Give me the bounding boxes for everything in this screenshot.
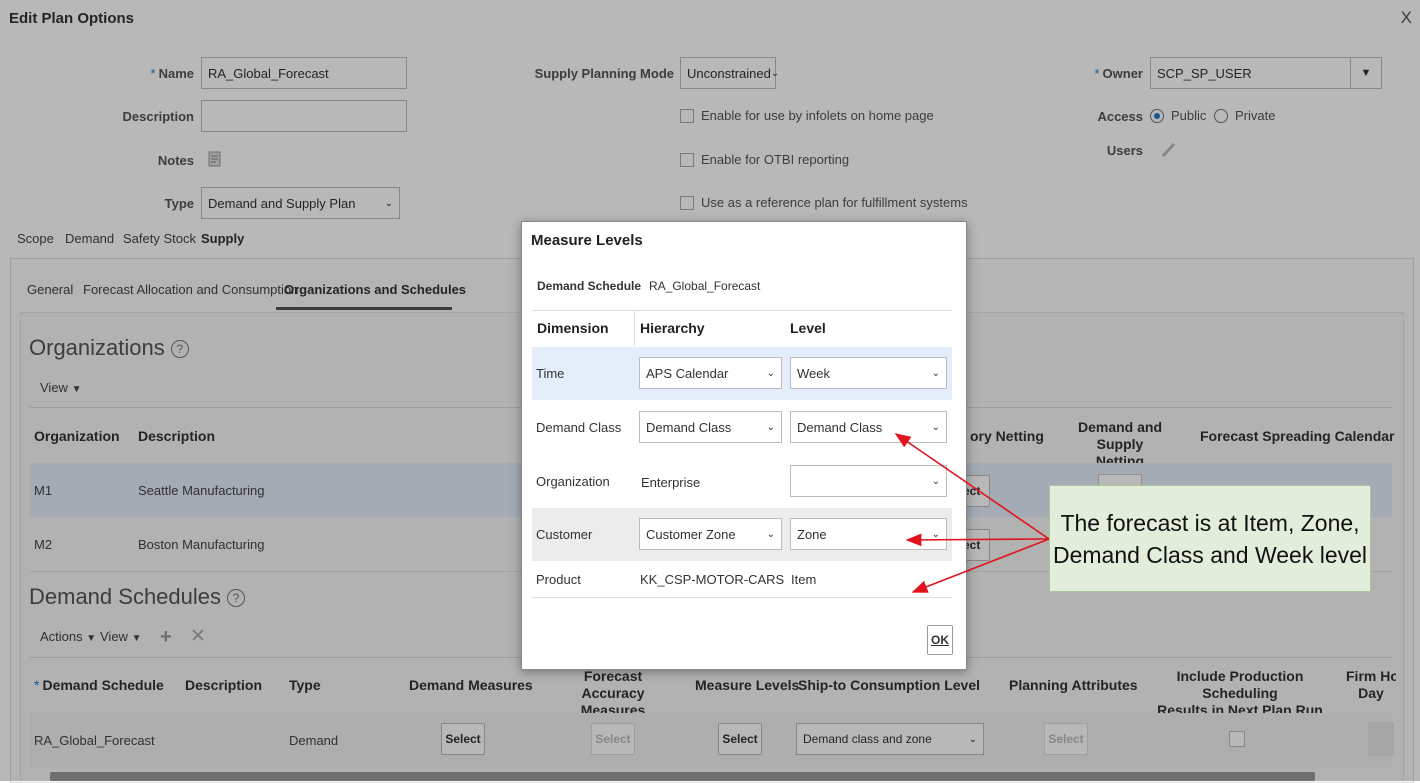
- arrow-to-zone: [905, 533, 1050, 547]
- annotation-arrows: [894, 433, 1050, 593]
- arrow-to-demand-class: [894, 433, 1050, 540]
- annotation-callout: The forecast is at Item, Zone, Demand Cl…: [1049, 485, 1371, 592]
- arrow-to-item: [911, 538, 1050, 593]
